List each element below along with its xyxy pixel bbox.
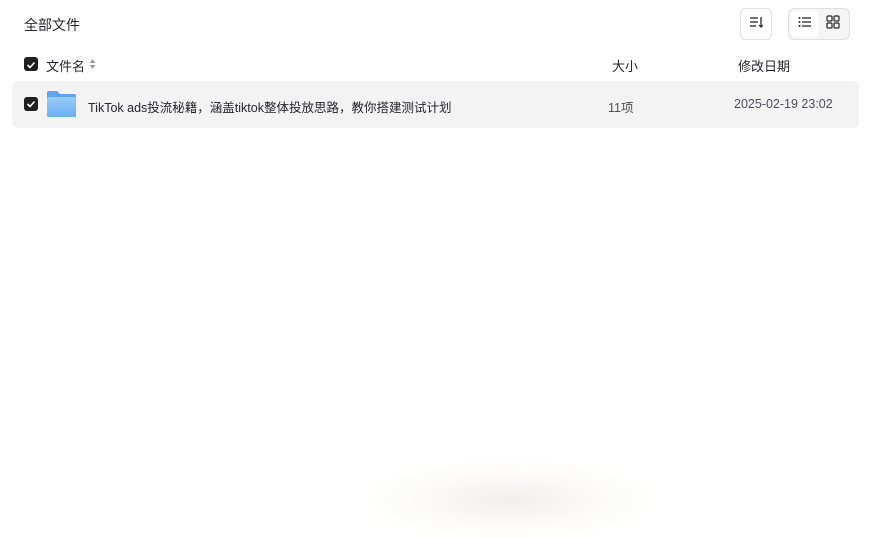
list-view-button[interactable]	[791, 11, 819, 37]
file-manager-page: 全部文件 文件名 大小 修改日期 TikTok ads投流秘籍，涵盖tiktok…	[0, 0, 874, 538]
column-name[interactable]: 文件名	[46, 56, 85, 75]
file-name[interactable]: TikTok ads投流秘籍，涵盖tiktok整体投放思路，教你搭建测试计划	[88, 97, 451, 116]
page-title: 全部文件	[24, 17, 80, 33]
folder-icon	[46, 90, 77, 121]
row-checkbox[interactable]	[24, 97, 38, 111]
list-icon	[798, 15, 812, 33]
sort-caret-icon[interactable]	[89, 58, 96, 73]
check-icon	[26, 97, 36, 111]
sort-list-icon	[749, 15, 764, 33]
column-header: 文件名 大小 修改日期	[0, 50, 874, 78]
grid-icon	[826, 14, 840, 34]
check-icon	[26, 57, 36, 72]
sort-button[interactable]	[740, 8, 772, 40]
decorative-glow	[350, 455, 670, 538]
file-date: 2025-02-19 23:02	[734, 97, 833, 111]
file-size: 11项	[608, 101, 634, 115]
select-all-checkbox[interactable]	[24, 57, 38, 71]
column-size: 大小	[612, 59, 639, 74]
column-date: 修改日期	[738, 59, 791, 74]
grid-view-button[interactable]	[819, 11, 847, 37]
view-toggle	[788, 8, 850, 40]
file-row[interactable]: TikTok ads投流秘籍，涵盖tiktok整体投放思路，教你搭建测试计划 1…	[12, 81, 859, 128]
